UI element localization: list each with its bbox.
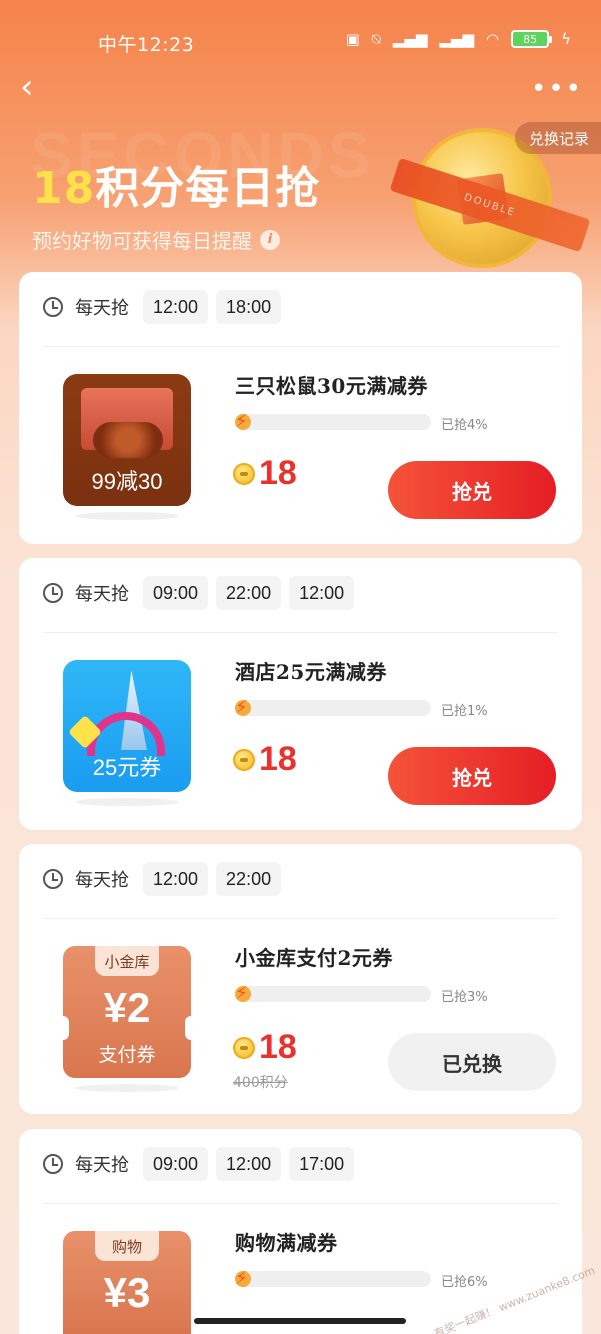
product-image[interactable]: 25元券 bbox=[63, 660, 191, 792]
schedule-row: 每天抢 12:00 22:00 bbox=[43, 862, 282, 896]
clock-icon bbox=[43, 583, 63, 603]
product-image[interactable]: 小金库 ¥2 支付券 bbox=[63, 946, 191, 1078]
time-chip[interactable]: 17:00 bbox=[289, 1147, 355, 1181]
divider bbox=[43, 346, 558, 347]
page-title: 18积分每日抢 bbox=[32, 152, 320, 216]
product-card: 每天抢 09:00 22:00 12:00 25元券 酒店25元满减券 ⚡ 已抢… bbox=[19, 558, 582, 830]
product-image[interactable]: 购物 ¥3 bbox=[63, 1231, 191, 1334]
history-button[interactable]: 兑换记录 bbox=[514, 122, 601, 154]
price-row: 18 bbox=[233, 1028, 297, 1067]
item-title[interactable]: 购物满减券 bbox=[235, 1227, 338, 1256]
wifi-icon: ◠ bbox=[486, 30, 500, 48]
progress-text: 已抢1% bbox=[441, 704, 488, 719]
redeem-button[interactable]: 抢兑 bbox=[388, 747, 556, 805]
nfc-icon: ▣ bbox=[345, 30, 360, 48]
progress-text: 已抢3% bbox=[441, 990, 488, 1005]
nuts-icon bbox=[93, 422, 163, 458]
time-chip[interactable]: 09:00 bbox=[143, 1147, 209, 1181]
time-chip[interactable]: 12:00 bbox=[216, 1147, 282, 1181]
item-title[interactable]: 酒店25元满减券 bbox=[235, 656, 387, 685]
ticket-amount: ¥2 bbox=[103, 984, 151, 1031]
ticket-notch-right bbox=[185, 1016, 191, 1040]
image-shadow bbox=[75, 798, 179, 806]
lightning-icon: ⚡ bbox=[235, 1268, 248, 1289]
ticket-kind: 支付券 bbox=[98, 1044, 156, 1066]
time-chip[interactable]: 18:00 bbox=[216, 290, 282, 324]
points-coin-icon bbox=[233, 748, 255, 771]
ticket-notch-left bbox=[63, 1016, 69, 1040]
lightning-icon: ⚡ bbox=[235, 411, 248, 432]
divider bbox=[43, 918, 558, 919]
progress-bar bbox=[235, 986, 431, 1002]
home-indicator[interactable] bbox=[194, 1318, 406, 1324]
clock-icon bbox=[43, 1154, 63, 1174]
status-icons: ▣ ⍉ ▂▄▆ ▂▄▆ ◠ 85 ϟ bbox=[346, 30, 571, 48]
price-row: 18 bbox=[233, 740, 297, 779]
time-chip[interactable]: 09:00 bbox=[143, 576, 209, 610]
price: 18 bbox=[259, 1028, 297, 1066]
lightning-icon: ⚡ bbox=[235, 697, 248, 718]
every-day-label: 每天抢 bbox=[75, 870, 129, 891]
status-time: 中午12:23 bbox=[98, 34, 195, 56]
points-coin-icon bbox=[233, 462, 255, 485]
battery-icon: 85 bbox=[511, 30, 553, 48]
status-bar: 中午12:23 ▣ ⍉ ▂▄▆ ▂▄▆ ◠ 85 ϟ bbox=[0, 0, 601, 70]
more-icon[interactable]: ••• bbox=[531, 74, 583, 104]
title-text: 积分每日抢 bbox=[95, 163, 321, 214]
signal-2-icon: ▂▄▆ bbox=[439, 30, 474, 48]
page-subtitle: 预约好物可获得每日提醒 i bbox=[32, 225, 280, 254]
schedule-row: 每天抢 12:00 18:00 bbox=[43, 290, 282, 324]
divider bbox=[43, 632, 558, 633]
ticket-tab: 小金库 bbox=[95, 946, 159, 976]
image-shadow bbox=[75, 1084, 179, 1092]
time-chip[interactable]: 12:00 bbox=[289, 576, 355, 610]
redeemed-button[interactable]: 已兑换 bbox=[388, 1033, 556, 1091]
divider bbox=[43, 1203, 558, 1204]
time-chip[interactable]: 12:00 bbox=[143, 290, 209, 324]
item-title[interactable]: 三只松鼠30元满减券 bbox=[235, 370, 428, 399]
back-icon[interactable]: ‹ bbox=[20, 70, 50, 104]
every-day-label: 每天抢 bbox=[75, 1155, 129, 1176]
charging-icon: ϟ bbox=[561, 30, 571, 48]
title-number: 18 bbox=[32, 163, 96, 214]
progress-bar bbox=[235, 700, 431, 716]
schedule-row: 每天抢 09:00 12:00 17:00 bbox=[43, 1147, 355, 1181]
thumb-label: 99减30 bbox=[91, 469, 163, 494]
progress-text: 已抢4% bbox=[441, 418, 488, 433]
progress-bar bbox=[235, 1271, 431, 1287]
price: 18 bbox=[259, 454, 297, 492]
clock-icon bbox=[43, 869, 63, 889]
clock-icon bbox=[43, 297, 63, 317]
progress-bar bbox=[235, 414, 431, 430]
time-chip[interactable]: 12:00 bbox=[143, 862, 209, 896]
redeem-button[interactable]: 抢兑 bbox=[388, 461, 556, 519]
ticket-amount: ¥3 bbox=[103, 1269, 151, 1316]
original-price: 400积分 bbox=[233, 1075, 288, 1091]
product-image[interactable]: 99减30 bbox=[63, 374, 191, 506]
subtitle-text: 预约好物可获得每日提醒 bbox=[32, 229, 252, 253]
product-card: 每天抢 12:00 22:00 小金库 ¥2 支付券 小金库支付2元券 ⚡ 已抢… bbox=[19, 844, 582, 1114]
progress-text: 已抢6% bbox=[441, 1275, 488, 1290]
time-chip[interactable]: 22:00 bbox=[216, 862, 282, 896]
signal-icon: ▂▄▆ bbox=[392, 30, 428, 48]
item-title[interactable]: 小金库支付2元券 bbox=[235, 942, 393, 971]
image-shadow bbox=[75, 512, 179, 520]
mute-icon: ⍉ bbox=[371, 30, 381, 48]
points-coin-icon bbox=[233, 1036, 255, 1059]
every-day-label: 每天抢 bbox=[75, 584, 129, 605]
price: 18 bbox=[259, 740, 297, 778]
schedule-row: 每天抢 09:00 22:00 12:00 bbox=[43, 576, 355, 610]
info-icon[interactable]: i bbox=[260, 229, 280, 250]
product-card: 每天抢 12:00 18:00 99减30 三只松鼠30元满减券 ⚡ 已抢4% … bbox=[19, 272, 582, 544]
price-row: 18 bbox=[233, 454, 297, 493]
lightning-icon: ⚡ bbox=[235, 983, 248, 1004]
every-day-label: 每天抢 bbox=[75, 298, 129, 319]
ticket-tab: 购物 bbox=[95, 1231, 159, 1261]
time-chip[interactable]: 22:00 bbox=[216, 576, 282, 610]
thumb-label: 25元券 bbox=[92, 755, 162, 780]
